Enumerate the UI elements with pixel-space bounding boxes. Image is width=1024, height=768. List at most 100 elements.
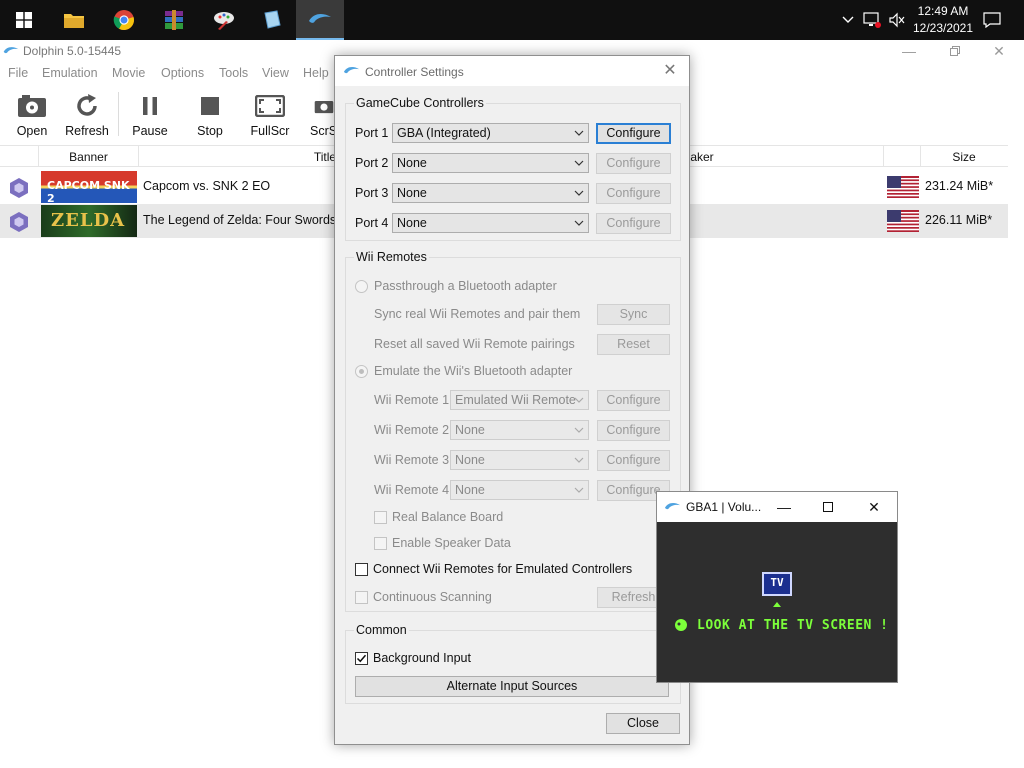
dialog-close-button-bottom[interactable]: Close <box>606 713 680 734</box>
speaker-data-checkbox[interactable] <box>374 537 387 550</box>
continuous-scanning-checkbox[interactable] <box>355 591 368 604</box>
dialog-title-bar: Controller Settings ✕ <box>335 56 689 86</box>
maximize-icon <box>823 502 833 512</box>
dolphin-taskbar-button[interactable] <box>296 0 344 40</box>
refresh-label: Refresh <box>65 124 109 138</box>
gamecube-icon <box>10 178 28 198</box>
gba-screen[interactable]: TV LOOK AT THE TV SCREEN ! <box>657 522 897 682</box>
taskbar-clock[interactable]: 12:49 AM 12/23/2021 <box>908 3 978 37</box>
port-1-configure-button[interactable]: Configure <box>596 123 671 144</box>
wii-remote-3-select[interactable]: None <box>450 450 589 470</box>
port-4-select[interactable]: None <box>392 213 589 233</box>
wii-remote-2-label: Wii Remote 2 <box>374 423 450 437</box>
gba-window: GBA1 | Volu... — ✕ TV LOOK AT THE TV SCR… <box>656 491 898 683</box>
column-banner[interactable]: Banner <box>40 150 137 164</box>
chevron-down-icon <box>574 397 584 403</box>
dolphin-icon <box>309 13 331 23</box>
checkmark-icon <box>356 654 367 663</box>
menu-view[interactable]: View <box>262 66 289 80</box>
volume-tray-icon[interactable] <box>885 0 909 40</box>
maximize-button[interactable] <box>932 40 978 62</box>
wii-remote-3-configure-button[interactable]: Configure <box>597 450 670 471</box>
wii-remote-2-configure-button[interactable]: Configure <box>597 420 670 441</box>
gba-close-button[interactable]: ✕ <box>851 492 897 522</box>
menu-options[interactable]: Options <box>161 66 204 80</box>
us-flag-icon <box>887 210 919 232</box>
port-1-select[interactable]: GBA (Integrated) <box>392 123 589 143</box>
background-input-label: Background Input <box>373 651 471 665</box>
background-input-checkbox[interactable] <box>355 652 368 665</box>
menu-emulation[interactable]: Emulation <box>42 66 98 80</box>
column-size[interactable]: Size <box>921 150 1007 164</box>
wii-remote-2-select[interactable]: None <box>450 420 589 440</box>
game-banner: ZELDA <box>41 205 137 237</box>
emulate-bluetooth-label: Emulate the Wii's Bluetooth adapter <box>374 364 573 378</box>
controller-settings-dialog: Controller Settings ✕ GameCube Controlle… <box>334 55 690 745</box>
port-3-select[interactable]: None <box>392 183 589 203</box>
start-button[interactable] <box>0 0 48 40</box>
column-divider <box>883 146 884 167</box>
passthrough-radio[interactable] <box>355 280 368 293</box>
sync-button[interactable]: Sync <box>597 304 670 325</box>
gba-minimize-button[interactable]: — <box>761 492 807 522</box>
network-tray-icon[interactable] <box>860 0 884 40</box>
connect-emulated-checkbox[interactable] <box>355 563 368 576</box>
port-4-configure-button[interactable]: Configure <box>596 213 671 234</box>
wii-remotes-group: Wii Remotes Passthrough a Bluetooth adap… <box>345 250 681 612</box>
port-3-configure-button[interactable]: Configure <box>596 183 671 204</box>
chrome-taskbar-button[interactable] <box>100 0 148 40</box>
paint-taskbar-button[interactable] <box>200 0 248 40</box>
dialog-close-button[interactable]: ✕ <box>661 62 679 80</box>
wii-remote-3-value: None <box>455 453 485 467</box>
sync-description: Sync real Wii Remotes and pair them <box>374 307 581 321</box>
camera-icon <box>314 101 334 114</box>
fullscreen-icon <box>255 95 285 117</box>
wii-remote-4-select[interactable]: None <box>450 480 589 500</box>
menu-tools[interactable]: Tools <box>219 66 248 80</box>
pause-button[interactable]: Pause <box>120 86 180 142</box>
port-3-value: None <box>397 186 427 200</box>
file-explorer-taskbar-button[interactable] <box>50 0 98 40</box>
port-2-configure-button[interactable]: Configure <box>596 153 671 174</box>
chevron-down-icon <box>574 487 584 493</box>
open-button[interactable]: Open <box>2 86 62 142</box>
pause-label: Pause <box>132 124 168 138</box>
refresh-button[interactable]: Refresh <box>57 86 117 142</box>
notifications-button[interactable] <box>980 0 1004 40</box>
wii-remote-1-select[interactable]: Emulated Wii Remote <box>450 390 589 410</box>
reset-button[interactable]: Reset <box>597 334 670 355</box>
menu-file[interactable]: File <box>8 66 28 80</box>
show-hidden-icons-button[interactable] <box>838 0 858 40</box>
close-button[interactable]: ✕ <box>976 40 1022 62</box>
alternate-input-sources-button[interactable]: Alternate Input Sources <box>355 676 669 697</box>
connect-emulated-label: Connect Wii Remotes for Emulated Control… <box>373 562 633 576</box>
us-flag-icon <box>887 176 919 198</box>
chevron-down-icon <box>574 457 584 463</box>
notepad-taskbar-button[interactable] <box>248 0 296 40</box>
network-icon <box>863 12 881 28</box>
port-2-select[interactable]: None <box>392 153 589 173</box>
chevron-down-icon <box>574 190 584 196</box>
fullscreen-button[interactable]: FullScr <box>240 86 300 142</box>
balance-board-checkbox[interactable] <box>374 511 387 524</box>
restore-icon <box>950 46 960 56</box>
stop-icon <box>201 97 219 115</box>
gba-maximize-button[interactable] <box>805 492 851 522</box>
emulate-bluetooth-radio[interactable] <box>355 365 368 378</box>
wii-remote-1-configure-button[interactable]: Configure <box>597 390 670 411</box>
passthrough-label: Passthrough a Bluetooth adapter <box>374 279 557 293</box>
game-title: The Legend of Zelda: Four Swords Ad <box>143 213 355 227</box>
minimize-icon: — <box>902 43 916 59</box>
stop-button[interactable]: Stop <box>180 86 240 142</box>
screenshot-button[interactable]: ScrSh <box>298 86 334 142</box>
notepad-icon <box>264 10 281 29</box>
menu-movie[interactable]: Movie <box>112 66 145 80</box>
port-1-value: GBA (Integrated) <box>397 126 491 140</box>
winrar-taskbar-button[interactable] <box>150 0 198 40</box>
minimize-button[interactable]: — <box>886 40 932 62</box>
column-divider <box>138 146 139 167</box>
volume-muted-icon <box>889 12 905 28</box>
menu-help[interactable]: Help <box>303 66 329 80</box>
gba-window-title: GBA1 | Volu... <box>686 500 762 514</box>
pause-icon <box>143 97 157 115</box>
